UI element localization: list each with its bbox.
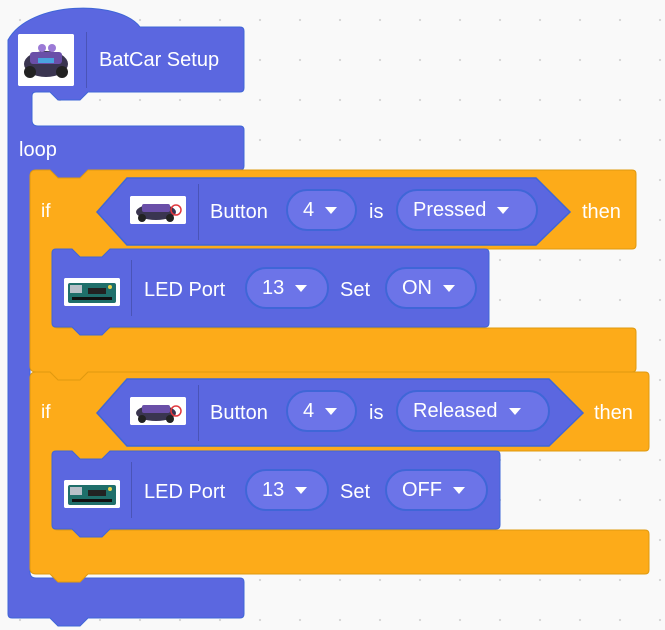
set-label-1: Set: [340, 279, 371, 301]
set-label-2: Set: [340, 481, 371, 503]
led-2-separator: [131, 462, 132, 518]
batcar-robot-icon: [130, 196, 186, 224]
button-label-2: Button: [210, 402, 268, 424]
chevron-down-icon: [295, 284, 308, 292]
chevron-down-icon: [497, 206, 510, 214]
led-port-dropdown-2[interactable]: 13: [245, 469, 329, 511]
chevron-down-icon: [443, 284, 455, 292]
block-shapes: [7, 7, 650, 627]
button-port-value-1: 4: [303, 198, 315, 221]
led-port-value-2: 13: [262, 478, 285, 501]
chevron-down-icon: [453, 486, 465, 494]
is-label-2: is: [369, 402, 384, 424]
batcar-robot-icon: [18, 34, 74, 86]
button-state-value-1: Pressed: [413, 198, 487, 221]
led-state-dropdown-2[interactable]: OFF: [385, 469, 488, 511]
setup-separator: [86, 32, 87, 88]
led-port-value-1: 13: [262, 276, 285, 299]
if-label-2: if: [41, 402, 51, 423]
chevron-down-icon: [325, 206, 338, 214]
batcar-robot-icon: [130, 397, 186, 425]
led-state-value-1: ON: [402, 276, 432, 299]
button-state-dropdown-1[interactable]: Pressed: [396, 189, 538, 231]
button-state-dropdown-2[interactable]: Released: [396, 390, 550, 432]
button-port-dropdown-2[interactable]: 4: [286, 390, 357, 432]
chevron-down-icon: [325, 407, 338, 415]
setup-block-label: BatCar Setup: [99, 49, 220, 71]
led-port-label-1: LED Port: [144, 279, 226, 301]
led-port-dropdown-1[interactable]: 13: [245, 267, 329, 309]
button-port-dropdown-1[interactable]: 4: [286, 189, 357, 231]
button-label-1: Button: [210, 201, 268, 223]
then-label-2: then: [594, 402, 633, 424]
chevron-down-icon: [508, 407, 521, 415]
led-state-value-2: OFF: [402, 478, 442, 501]
button-port-value-2: 4: [303, 399, 315, 422]
arduino-board-icon: [64, 480, 120, 508]
button-state-value-2: Released: [413, 399, 498, 422]
led-1-separator: [131, 260, 132, 316]
condition-1-separator: [198, 184, 199, 240]
led-state-dropdown-1[interactable]: ON: [385, 267, 477, 309]
chevron-down-icon: [295, 486, 308, 494]
arduino-board-icon: [64, 278, 120, 306]
condition-2-separator: [198, 385, 199, 441]
loop-label: loop: [19, 139, 57, 161]
is-label-1: is: [369, 201, 384, 223]
if-label-1: if: [41, 201, 51, 222]
then-label-1: then: [582, 201, 621, 223]
led-port-label-2: LED Port: [144, 481, 226, 503]
